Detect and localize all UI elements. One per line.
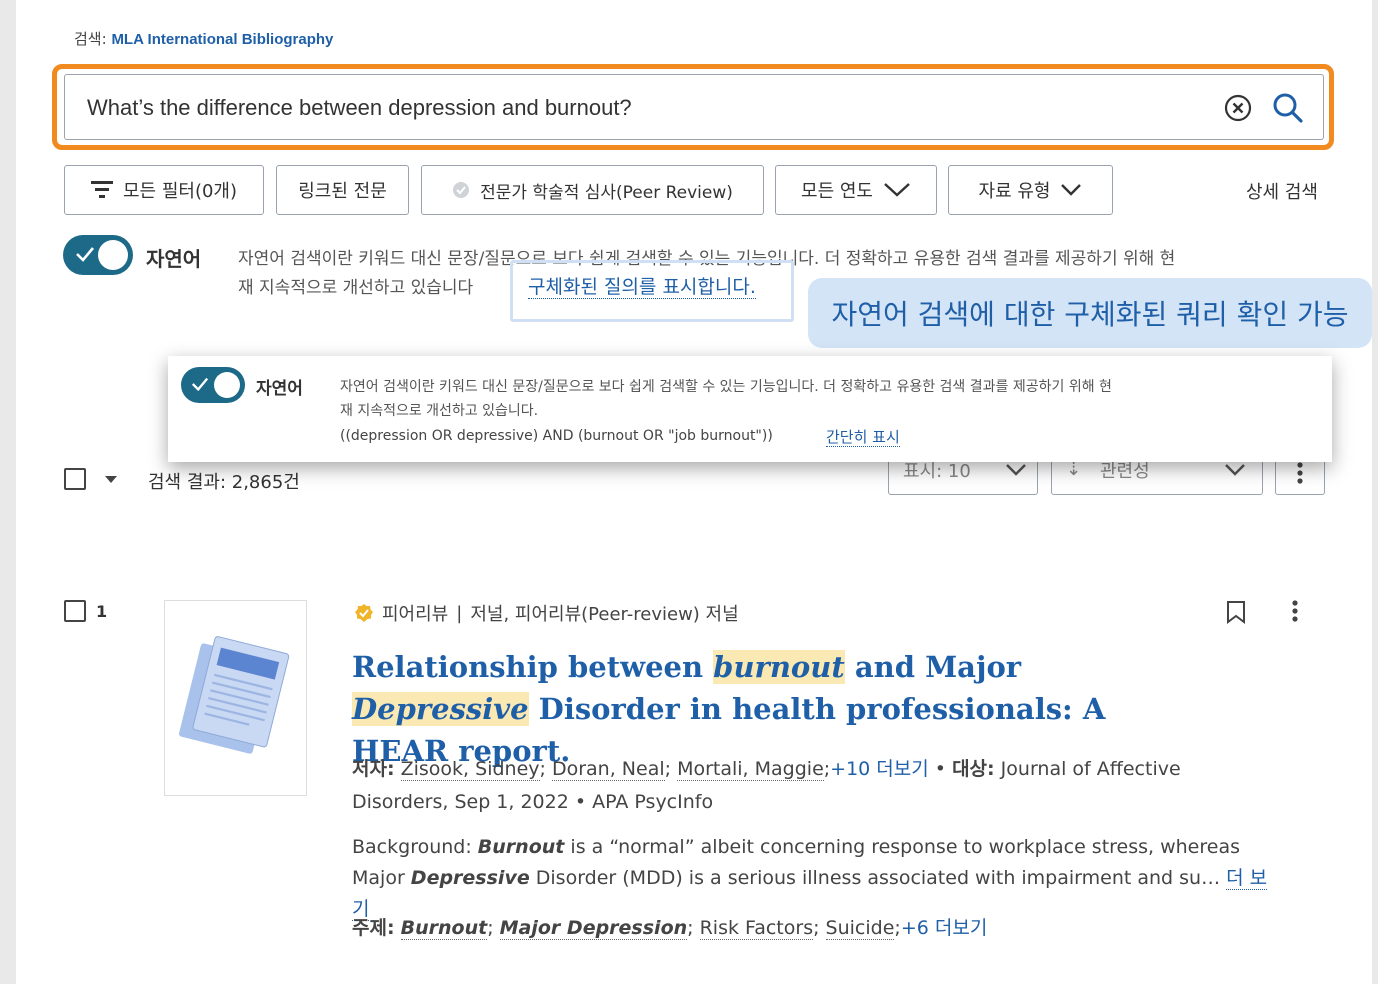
result-checkbox[interactable] xyxy=(64,600,86,622)
database-link[interactable]: MLA International Bibliography xyxy=(111,31,333,48)
result-thumbnail[interactable] xyxy=(164,600,307,796)
abstract-highlight: Burnout xyxy=(477,836,565,858)
bullet: • xyxy=(574,791,587,813)
popup-natural-language-toggle[interactable] xyxy=(181,367,245,403)
select-all-checkbox[interactable] xyxy=(64,468,86,490)
title-text: Relationship between xyxy=(352,650,714,684)
all-years-dropdown[interactable]: 모든 연도 xyxy=(775,165,937,215)
sort-icon: ⇣ xyxy=(1066,459,1082,480)
peer-review-badge-icon xyxy=(355,604,373,622)
all-filters-label: 모든 필터(0개) xyxy=(122,181,238,202)
filter-icon xyxy=(90,181,113,198)
author-link[interactable]: Doran, Neal xyxy=(551,758,665,781)
page: 검색: MLA International Bibliography 모든 필터… xyxy=(16,0,1372,984)
chevron-down-icon xyxy=(1006,464,1026,476)
title-highlight: Depressive xyxy=(352,692,529,726)
popup-natural-language-label: 자연어 xyxy=(256,379,303,399)
natural-language-description-2: 재 지속적으로 개선하고 있습니다 xyxy=(238,278,474,298)
check-icon xyxy=(76,247,94,262)
search-box xyxy=(64,74,1324,140)
refined-query-popup: 자연어 자연어 검색이란 키워드 대신 문장/질문으로 보다 쉽게 검색할 수 … xyxy=(168,356,1332,462)
result-meta: 피어리뷰 | 저널, 피어리뷰(Peer-review) 저널 xyxy=(354,600,739,626)
show-refined-query-label: 구체화된 질의를 표시합니다. xyxy=(528,276,756,299)
all-years-label: 모든 연도 xyxy=(801,181,873,202)
publication-type: 저널, 피어리뷰(Peer-review) 저널 xyxy=(470,604,739,625)
chevron-down-icon xyxy=(1225,464,1245,476)
annotation-callout: 자연어 검색에 대한 구체화된 쿼리 확인 가능 xyxy=(808,278,1372,348)
advanced-search-link[interactable]: 상세 검색 xyxy=(1246,178,1318,204)
toggle-knob xyxy=(214,372,240,398)
document-icon xyxy=(178,636,290,754)
subject-link[interactable]: Major Depression xyxy=(499,917,688,940)
results-count: 검색 결과: 2,865건 xyxy=(148,472,300,493)
result-abstract: Background: Burnout is a “normal” albeit… xyxy=(352,832,1272,925)
more-subjects-link[interactable]: +6 더보기 xyxy=(901,917,988,939)
bookmark-icon[interactable] xyxy=(1226,600,1246,624)
peer-review-label: 피어리뷰 xyxy=(382,604,449,625)
natural-language-label: 자연어 xyxy=(146,247,202,271)
abstract-text: Background: xyxy=(352,836,478,858)
linked-full-text-label: 링크된 전문 xyxy=(298,181,387,202)
database-label: 검색: xyxy=(74,30,107,48)
subject-link[interactable]: Suicide xyxy=(825,917,895,940)
refined-query-text: ((depression OR depressive) AND (burnout… xyxy=(340,428,773,444)
database-text: APA PsycInfo xyxy=(592,791,714,813)
chevron-down-icon xyxy=(1061,184,1082,196)
natural-language-toggle[interactable] xyxy=(63,235,133,275)
caret-down-icon[interactable] xyxy=(105,476,117,484)
search-icon[interactable] xyxy=(1271,91,1305,125)
subject-link[interactable]: Burnout xyxy=(400,917,488,940)
source-type-dropdown[interactable]: 자료 유형 xyxy=(948,165,1113,215)
source-label: 대상: xyxy=(952,758,995,780)
subject-link[interactable]: Risk Factors xyxy=(699,917,814,940)
authors-label: 저자: xyxy=(352,758,395,780)
check-icon xyxy=(191,377,209,392)
database-line: 검색: MLA International Bibliography xyxy=(74,28,333,49)
kebab-menu-icon xyxy=(1297,462,1303,484)
linked-full-text-button[interactable]: 링크된 전문 xyxy=(276,165,409,215)
meta-separator: | xyxy=(456,602,463,624)
title-text: and Major xyxy=(844,650,1022,684)
abstract-text: Disorder (MDD) is a serious illness asso… xyxy=(529,867,1221,889)
popup-description: 자연어 검색이란 키워드 대신 문장/질문으로 보다 쉽게 검색할 수 있는 기… xyxy=(340,379,1112,395)
author-link[interactable]: Mortali, Maggie xyxy=(677,758,824,781)
kebab-menu-icon[interactable] xyxy=(1291,599,1299,623)
subjects-label: 주제: xyxy=(352,917,395,939)
peer-review-badge-icon xyxy=(453,182,470,198)
more-authors-link[interactable]: +10 더보기 xyxy=(830,758,929,780)
author-link[interactable]: Zisook, Sidney xyxy=(400,758,540,781)
clear-search-icon[interactable] xyxy=(1223,93,1253,123)
result-subjects: 주제: Burnout; Major Depression; Risk Fact… xyxy=(352,917,988,940)
search-input[interactable] xyxy=(87,91,1187,125)
chevron-down-icon xyxy=(884,183,910,197)
all-filters-button[interactable]: 모든 필터(0개) xyxy=(64,165,264,215)
show-refined-query-link[interactable]: 구체화된 질의를 표시합니다. xyxy=(528,272,756,299)
show-less-label: 간단히 표시 xyxy=(826,428,900,447)
peer-review-button[interactable]: 전문가 학술적 심사(Peer Review) xyxy=(421,165,764,215)
source-type-label: 자료 유형 xyxy=(978,181,1051,202)
result-index: 1 xyxy=(96,602,108,621)
bullet: • xyxy=(934,758,947,780)
title-highlight: burnout xyxy=(713,650,845,684)
toggle-knob xyxy=(98,240,128,270)
abstract-highlight: Depressive xyxy=(410,867,530,889)
popup-description-2: 재 지속적으로 개선하고 있습니다. xyxy=(340,403,539,419)
peer-review-label: 전문가 학술적 심사(Peer Review) xyxy=(480,182,733,203)
show-less-link[interactable]: 간단히 표시 xyxy=(826,426,900,447)
result-authors: 저자: Zisook, Sidney; Doran, Neal; Mortali… xyxy=(352,758,1181,813)
